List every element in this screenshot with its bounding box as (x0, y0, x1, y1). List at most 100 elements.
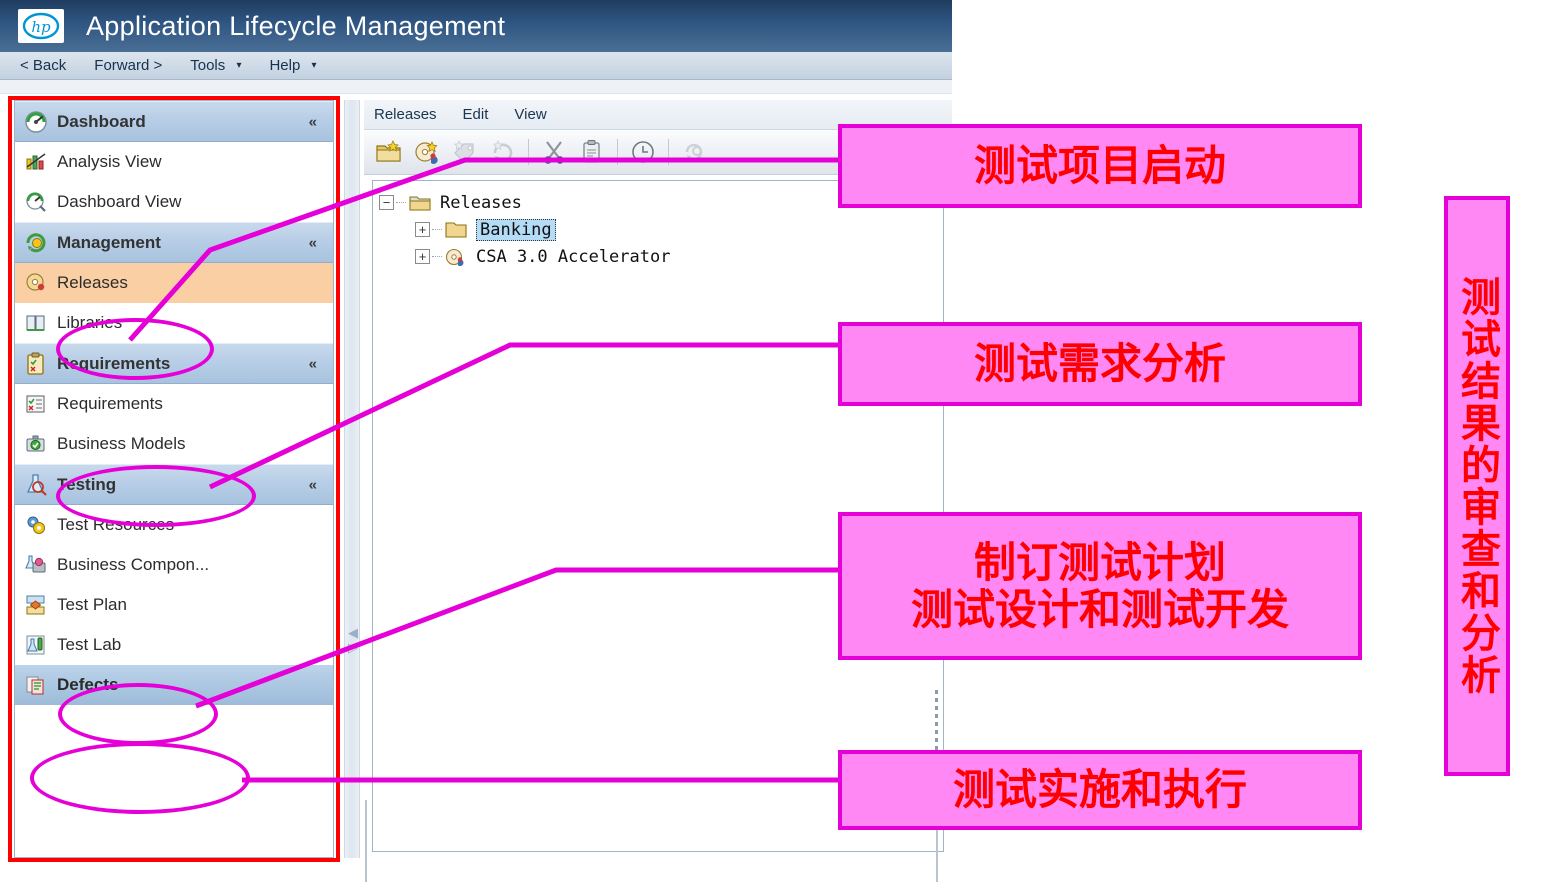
splitter-collapse-arrows[interactable]: ◀ ▷ (347, 625, 359, 655)
menu-help[interactable]: Help ▾ (259, 57, 326, 74)
sidebar-item-label: Test Resources (57, 515, 175, 534)
analysis-view-icon (15, 151, 57, 173)
sidebar-item-libraries[interactable]: Libraries (15, 303, 333, 343)
sidebar-item-label: Business Compon... (57, 555, 210, 574)
menu-tools[interactable]: Tools ▾ (180, 57, 251, 74)
app-title: Application Lifecycle Management (86, 10, 506, 41)
menu-forward-label: Forward > (94, 57, 163, 74)
requirements-clipboard-icon (15, 352, 57, 376)
annotation-callout-test-planning-design: 制订测试计划 测试设计和测试开发 (838, 512, 1362, 660)
business-components-icon (15, 554, 57, 576)
tree-connector (432, 229, 442, 230)
sidebar-item-requirements[interactable]: Requirements (15, 384, 333, 424)
tree-node-label: Releases (440, 192, 522, 213)
menu-help-label: Help (269, 57, 301, 74)
annotation-callout-requirements-analysis: 测试需求分析 (838, 322, 1362, 406)
sidebar-item-label: Defects (57, 675, 119, 694)
open-folder-icon (408, 194, 432, 212)
dashed-guide-line (935, 690, 938, 752)
sidebar-item-label: Test Lab (57, 635, 122, 654)
test-lab-icon (15, 634, 57, 656)
sidebar-group-management[interactable]: Management « (15, 222, 333, 263)
releases-icon (15, 272, 57, 294)
menu-forward[interactable]: Forward > (84, 57, 172, 74)
sidebar-group-label: Testing (57, 474, 117, 494)
sidebar-item-test-resources[interactable]: Test Resources (15, 505, 333, 545)
menu-tools-label: Tools (190, 57, 226, 74)
sidebar-item-business-models[interactable]: Business Models (15, 424, 333, 464)
new-release-icon[interactable] (408, 133, 446, 171)
sidebar-splitter[interactable]: ◀ ▷ (344, 100, 360, 858)
new-cycle-refresh-icon (484, 133, 522, 171)
sidebar-item-test-lab[interactable]: Test Lab (15, 625, 333, 665)
collapse-left-icon[interactable]: ◀ (347, 625, 359, 640)
sidebar-group-testing[interactable]: Testing « (15, 464, 333, 505)
module-menu-label: View (514, 106, 547, 123)
sidebar-group-dashboard[interactable]: Dashboard « (15, 101, 333, 142)
svg-text:hp: hp (31, 18, 51, 36)
tree-expander-icon[interactable]: + (415, 249, 430, 264)
module-menu-label: Releases (374, 106, 437, 123)
chevron-up-icon[interactable]: « (309, 235, 317, 250)
hp-logo-icon: hp (18, 9, 64, 43)
refresh-all-icon (675, 133, 713, 171)
sidebar-group-label: Requirements (57, 353, 171, 373)
menu-back-label: < Back (20, 57, 67, 74)
title-bar: hp Application Lifecycle Management (0, 0, 952, 52)
chevron-up-icon[interactable]: « (309, 356, 317, 371)
cut-scissors-icon[interactable] (535, 133, 573, 171)
chevron-up-icon[interactable]: « (309, 477, 317, 492)
test-plan-icon (15, 594, 57, 616)
callout-text: 测试需求分析 (973, 339, 1226, 389)
annotation-callout-test-execution: 测试实施和执行 (838, 750, 1362, 830)
tree-connector (396, 202, 406, 203)
sidebar-item-label: Libraries (57, 313, 123, 332)
tree-node-label-selected: Banking (476, 218, 556, 241)
libraries-icon (15, 312, 57, 334)
business-models-icon (15, 433, 57, 455)
test-resources-icon (15, 514, 57, 536)
alm-application-window: hp Application Lifecycle Management < Ba… (0, 0, 952, 872)
sidebar-item-business-components[interactable]: Business Compon... (15, 545, 333, 585)
sidebar-item-analysis-view[interactable]: Analysis View (15, 142, 333, 182)
annotation-callout-project-kickoff: 测试项目启动 (838, 124, 1362, 208)
sidebar-item-label: Business Models (57, 434, 186, 453)
toolbar-band (0, 80, 952, 94)
global-menubar: < Back Forward > Tools ▾ Help ▾ (0, 52, 952, 80)
module-menu-view[interactable]: View (504, 106, 556, 123)
tree-row-csa-accelerator[interactable]: + CSA 3.0 Accelerator (379, 243, 937, 270)
callout-vertical-text: 测试结果的审查和分析 (1454, 276, 1500, 696)
new-milestone-tag-icon (446, 133, 484, 171)
new-release-folder-icon[interactable] (370, 133, 408, 171)
toolbar-divider (528, 139, 529, 165)
history-clock-icon[interactable] (624, 133, 662, 171)
tree-expander-icon[interactable]: − (379, 195, 394, 210)
dashboard-view-icon (15, 191, 57, 213)
chevron-down-icon: ▾ (311, 60, 317, 71)
sidebar-item-label: Analysis View (57, 152, 162, 171)
chevron-down-icon: ▾ (236, 60, 242, 71)
sidebar-item-dashboard-view[interactable]: Dashboard View (15, 182, 333, 222)
callout-text-line2: 测试设计和测试开发 (910, 585, 1289, 634)
menu-back[interactable]: < Back (10, 57, 76, 74)
module-sidebar: Dashboard « Analysis View Dashboard View… (14, 100, 334, 858)
screenshot-root: hp Application Lifecycle Management < Ba… (0, 0, 1556, 882)
closed-folder-icon (444, 221, 468, 239)
sidebar-item-label: Releases (57, 273, 128, 292)
toolbar-divider (617, 139, 618, 165)
panel-edge-rule-left (365, 800, 367, 882)
tree-row-banking[interactable]: + Banking (379, 216, 937, 243)
sidebar-group-requirements[interactable]: Requirements « (15, 343, 333, 384)
sidebar-item-defects[interactable]: Defects (15, 665, 333, 705)
module-menu-releases[interactable]: Releases (364, 106, 447, 123)
module-menu-edit[interactable]: Edit (453, 106, 499, 123)
dashboard-gauge-icon (15, 110, 57, 134)
tree-expander-icon[interactable]: + (415, 222, 430, 237)
sidebar-item-releases[interactable]: Releases (15, 263, 333, 303)
expand-right-icon[interactable]: ▷ (347, 640, 359, 655)
toolbar-divider (668, 139, 669, 165)
paste-clipboard-icon[interactable] (573, 133, 611, 171)
chevron-up-icon[interactable]: « (309, 114, 317, 129)
sidebar-item-test-plan[interactable]: Test Plan (15, 585, 333, 625)
management-icon (15, 231, 57, 255)
